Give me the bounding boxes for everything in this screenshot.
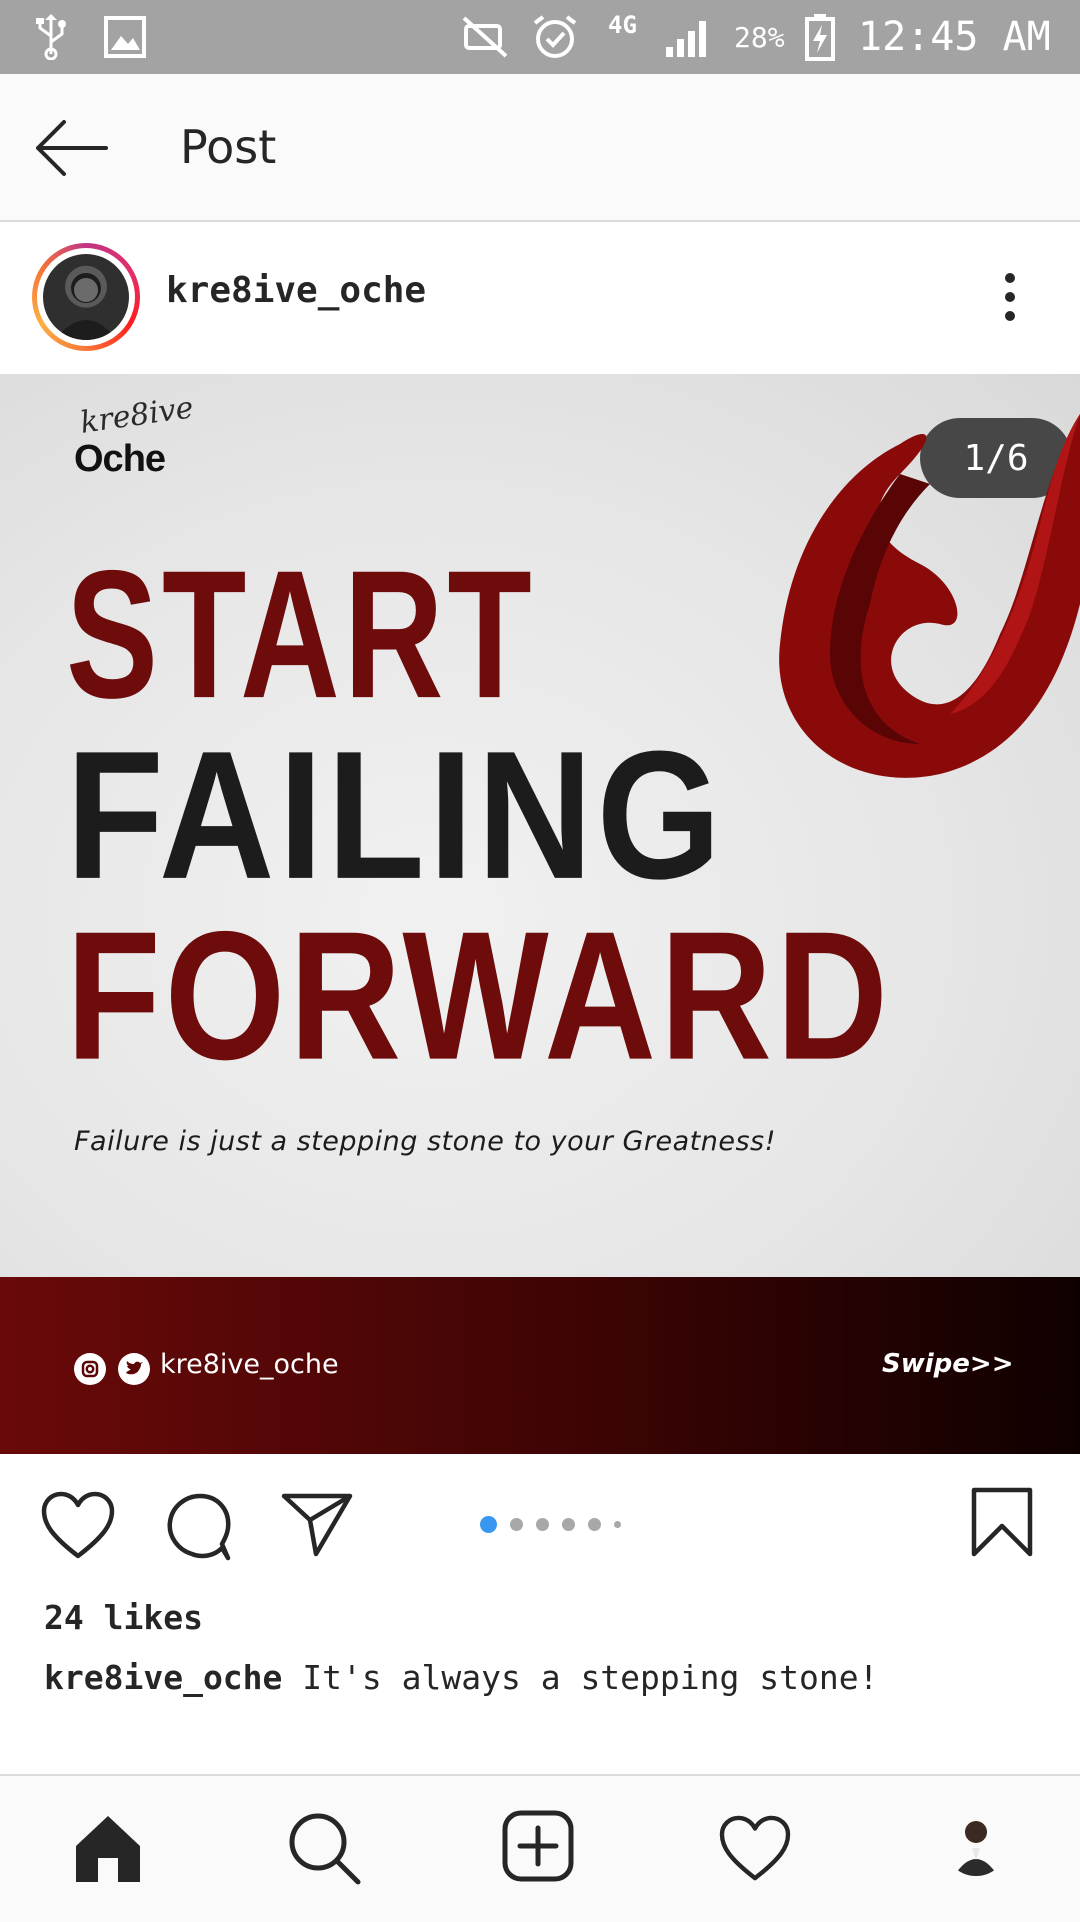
instagram-icon [74,1353,106,1385]
battery-percent: 28% [734,20,785,54]
share-send-icon[interactable] [280,1490,354,1562]
like-heart-icon[interactable] [40,1490,116,1564]
mute-icon [462,0,508,74]
carousel-dot [614,1520,621,1528]
headline-failing: FAILING [66,712,726,917]
signal-icon [664,0,714,74]
post-actions [0,1454,1080,1604]
carousel-dots [480,1514,621,1534]
story-ring[interactable] [32,243,140,351]
twitter-icon [118,1353,150,1385]
tagline: Failure is just a stepping stone to your… [74,1126,776,1157]
red-ribbon-graphic [779,414,1080,778]
bottom-nav [0,1774,1080,1922]
carousel-dot [510,1517,523,1531]
image-footer-band: kre8ive_oche Swipe>> [0,1277,1080,1454]
carousel-dot-active [480,1515,497,1533]
caption: kre8ive_oche It's always a stepping ston… [44,1658,878,1697]
swipe-hint: Swipe>> [882,1349,1014,1379]
app-bar: Post [0,74,1080,222]
back-arrow-icon[interactable] [34,118,108,178]
image-icon [104,0,146,74]
headline-start: START [66,533,536,737]
comment-icon[interactable] [162,1490,234,1566]
add-post-icon[interactable] [502,1810,574,1886]
search-icon[interactable] [286,1810,362,1890]
brand-logo: kre8ive Oche [74,390,196,480]
profile-avatar[interactable] [944,1812,1008,1876]
status-bar: 4G 28% 12:45 AM [0,0,1080,74]
usb-icon [34,0,68,74]
alarm-icon [532,0,578,74]
carousel-dot [536,1517,549,1531]
avatar [43,254,129,340]
bookmark-icon[interactable] [970,1486,1034,1562]
network-type: 4G [608,11,637,39]
more-options-icon[interactable] [1000,272,1020,322]
post-username[interactable]: kre8ive_oche [166,270,426,311]
post-image[interactable]: kre8ive Oche 1/6 START FAILING FORWARD F… [0,374,1080,1454]
carousel-dot [562,1517,575,1531]
caption-username[interactable]: kre8ive_oche [44,1658,282,1697]
clock: 12:45 AM [858,14,1051,60]
activity-heart-icon[interactable] [718,1814,792,1886]
battery-charging-icon [804,0,836,74]
page-title: Post [180,120,277,174]
headline-forward: FORWARD [66,893,892,1098]
caption-text: It's always a stepping stone! [302,1658,879,1697]
carousel-dot [588,1517,601,1531]
home-icon[interactable] [72,1812,144,1888]
footer-handle: kre8ive_oche [160,1349,339,1380]
post-header [0,222,1080,374]
like-count[interactable]: 24 likes [44,1598,203,1637]
